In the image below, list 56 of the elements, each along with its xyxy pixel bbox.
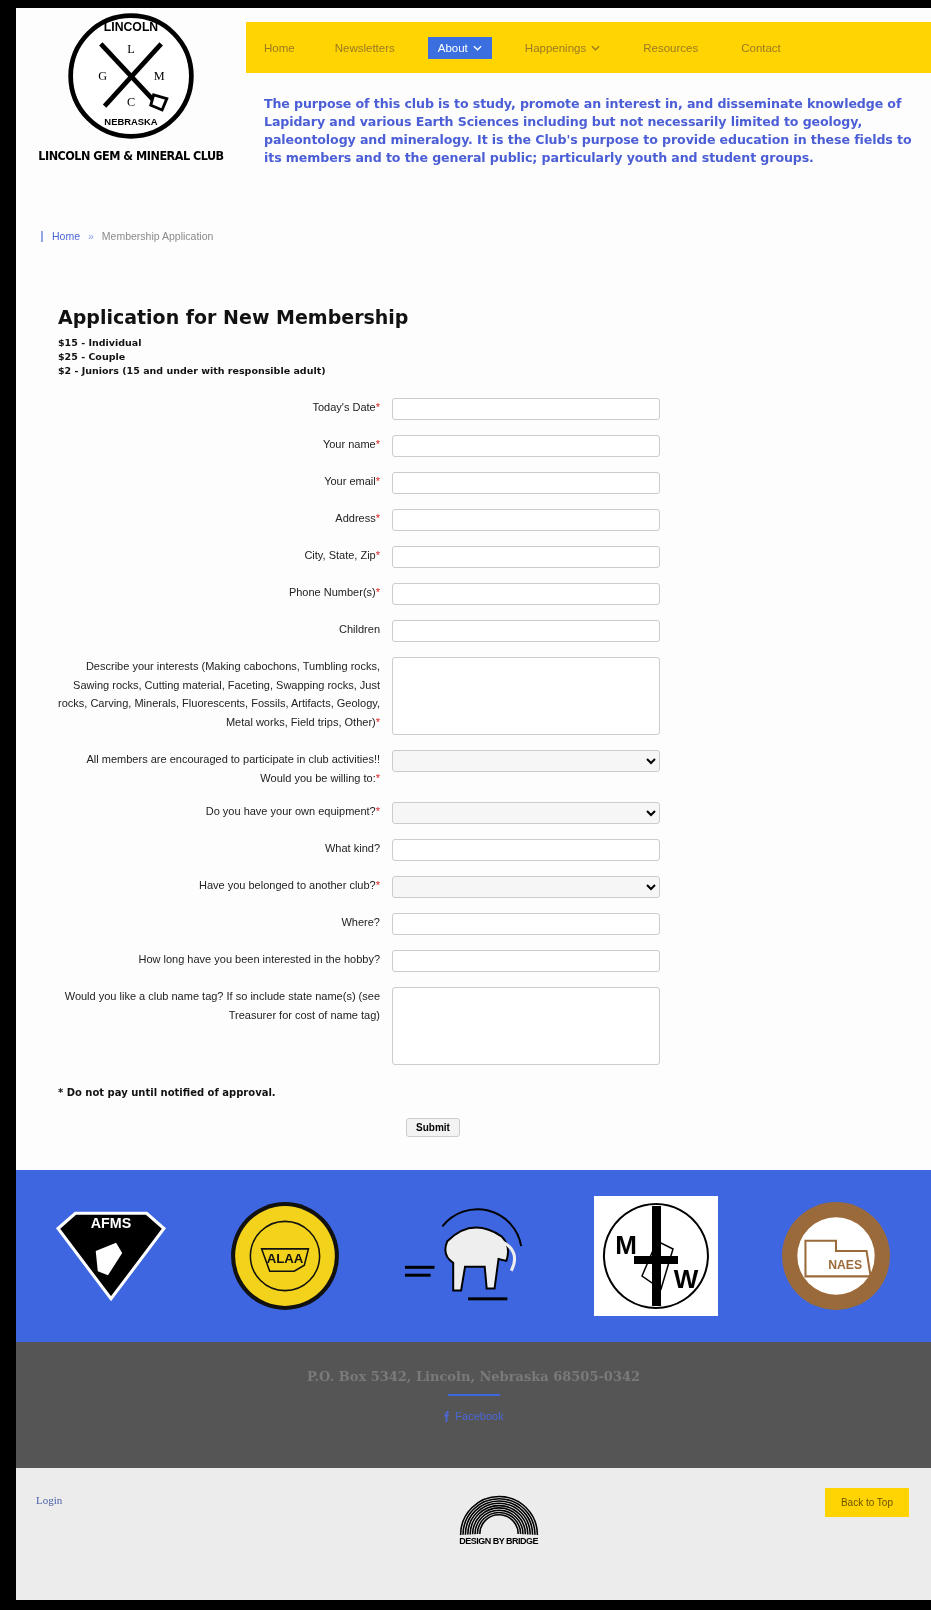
nav-link[interactable]: Contact [731,36,791,59]
field-label: Phone Number(s)* [287,585,380,600]
field-label: All members are encouraged to participate in club activities!! Would you be willing to:* [85,752,380,786]
mission-statement: The purpose of this club is to study, promote an interest in, and disseminate knowledge of Lapidary and various Earth Sciences including but not necessarily limited to geology, paleontology and mineralogy. It is the Club's purpose to provide education in these fields to its members and to the general public; particularly youth and student groups. [264,95,913,167]
price-line: $2 - Juniors (15 and under with responsible adult) [58,365,327,376]
club-logo-icon: LINCOLN L G M C NEBRASKA [65,10,197,142]
notice-text: * Do not pay until notified of approval. [58,1087,277,1098]
facebook-link[interactable]: Facebook [443,1410,504,1422]
field-label: Do you have your own equipment?* [204,804,380,819]
select-field[interactable] [392,876,660,898]
field-label: Your email* [323,474,380,489]
form-title: Application for New Membership [58,306,410,328]
field-label: Would you like a club name tag? If so include state name(s) (see Treasurer for cost of name tag) [63,989,380,1023]
select-field[interactable] [392,802,660,824]
input-field[interactable] [392,620,660,642]
breadcrumb-link[interactable]: Home [52,230,80,242]
field-label: Have you belonged to another club?* [197,878,380,893]
input-field[interactable] [392,839,660,861]
design-credit: DESIGN BY BRIDGE [459,1536,538,1546]
field-label: Describe your interests (Making cabochons, Tumbling rocks, Sawing rocks, Cutting material, Faceting, Swapping rocks, Just rocks, Carving, Minerals, Fluorescents, Fossils, Artifacts, Geology, Metal works, Field trips, Other)* [58,659,380,730]
field-label: Where? [340,915,380,930]
nav-link[interactable]: About [427,36,492,59]
nav-link[interactable]: Newsletters [324,36,405,59]
nav-link[interactable]: Resources [633,36,709,59]
input-field[interactable] [392,913,660,935]
club-name: LINCOLN GEM & MINERAL CLUB [38,148,224,163]
round-logo-icon: ALAA [229,1200,342,1312]
field-label: How long have you been interested in the hobby? [137,952,380,967]
text-area[interactable] [392,657,660,735]
select-field[interactable] [392,750,660,772]
price-line: $25 - Couple [58,351,127,362]
nav-link[interactable]: Happenings [514,36,611,59]
breadcrumb-separator: » [88,230,94,242]
field-label: Your name* [321,437,380,452]
nav-link[interactable]: Home [254,36,305,59]
field-label: What kind? [323,841,380,856]
breadcrumb-current: Membership Application [101,230,214,242]
price-line: $15 - Individual [58,337,143,348]
field-label: Children [338,622,380,637]
text-area[interactable] [392,987,660,1065]
input-field[interactable] [392,950,660,972]
input-field[interactable] [392,583,660,605]
field-label: City, State, Zip* [303,548,380,563]
round-logo-icon: NAES [779,1200,892,1312]
input-field[interactable] [392,435,660,457]
square-logo-icon: M W [593,1196,718,1316]
facebook-icon [443,1410,450,1422]
input-field[interactable] [392,398,660,420]
input-field[interactable] [392,509,660,531]
input-field[interactable] [392,472,660,494]
submit-button[interactable]: Submit [406,1118,460,1137]
field-label: Address* [334,511,380,526]
field-label: Today's Date* [311,400,380,415]
input-field[interactable] [392,546,660,568]
login-link[interactable]: Login [36,1494,63,1506]
back-to-top-button[interactable]: Back to Top [824,1488,909,1517]
